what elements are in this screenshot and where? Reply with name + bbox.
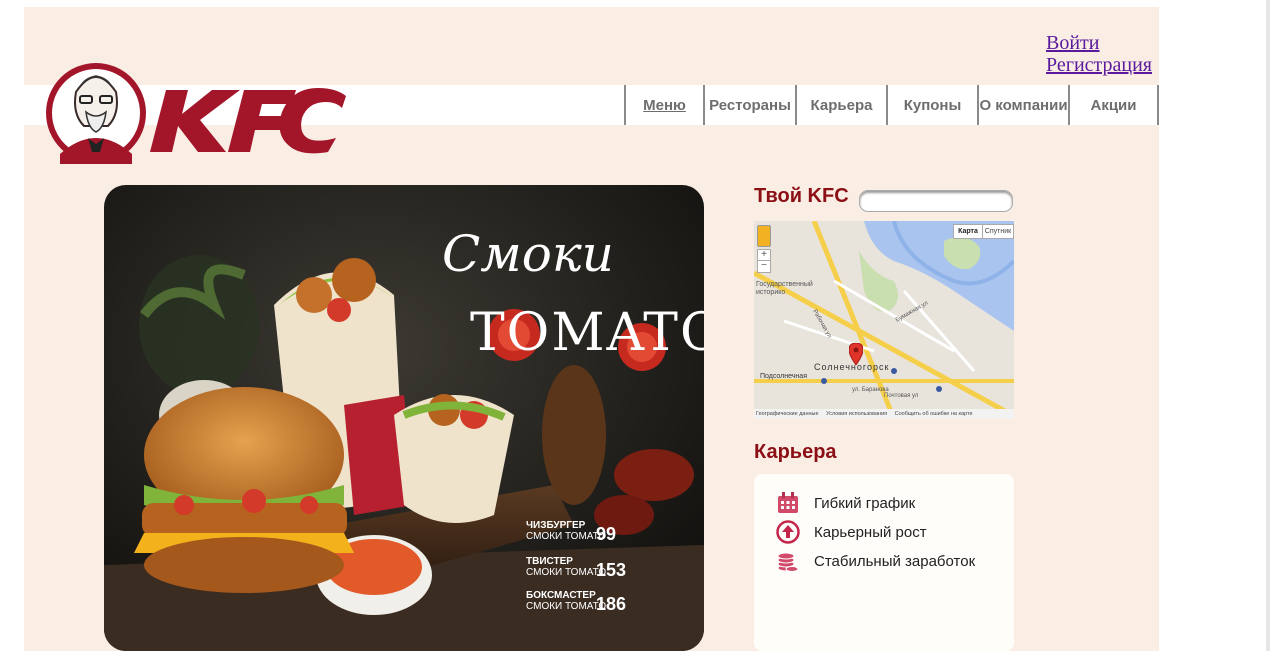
map-footer-terms[interactable]: Условия использования [826,411,887,417]
restaurant-search-input[interactable] [859,190,1013,212]
pegman-icon[interactable] [757,225,771,247]
nav-item-restaurants[interactable]: Рестораны [703,85,795,125]
price-row: БОКСМАСТЕР СМОКИ ТОМАТО 186 [526,590,636,620]
map-marker-icon[interactable] [849,343,863,365]
career-title: Карьера [754,441,837,463]
career-item-label: Гибкий график [814,494,916,512]
map-label: Подсолнечная [760,373,807,380]
price-item-subname: СМОКИ ТОМАТО [526,531,607,542]
hero-title-line1: Смоки [442,225,614,283]
price-value: 153 [596,560,627,580]
career-item-label: Стабильный заработок [814,552,976,570]
map-footer-data[interactable]: Географические данные [756,411,819,417]
nav-item-career[interactable]: Карьера [795,85,886,125]
nav-item-menu[interactable]: Меню [624,85,703,125]
career-item-growth: Карьерный рост [776,520,927,544]
register-link[interactable]: Регистрация [1046,54,1152,76]
zoom-out-button[interactable]: − [757,260,771,273]
auth-links: Войти Регистрация [1046,32,1152,76]
price-row: ЧИЗБУРГЕР СМОКИ ТОМАТО 99 [526,520,636,550]
nav-item-about[interactable]: О компании [977,85,1068,125]
kfc-logo[interactable] [46,52,348,174]
your-kfc-title: Твой KFC [754,185,849,207]
career-item-income: Стабильный заработок [776,549,975,573]
map-type-map-button[interactable]: Карта [953,224,983,239]
price-value: 186 [596,594,627,614]
career-item-label: Карьерный рост [814,523,927,541]
calendar-icon [778,492,798,513]
price-row: ТВИСТЕР СМОКИ ТОМАТО 153 [526,556,636,586]
nav-item-promos[interactable]: Акции [1068,85,1159,125]
main-nav: Меню Рестораны Карьера Купоны О компании… [624,85,1159,125]
career-box[interactable]: Гибкий график Карьерный рост Стабильный … [754,474,1014,651]
coins-icon [777,552,799,572]
map-footer-report[interactable]: Сообщить об ошибке на карте [895,411,973,417]
restaurant-map[interactable]: Государственный историко Подсолнечная Со… [754,221,1014,419]
page-scrollbar[interactable] [1266,0,1270,651]
map-label: Почтовая ул [884,393,919,399]
arrow-up-circle-icon [776,520,800,544]
map-label: Государственный историко [756,281,813,296]
hero-banner[interactable]: Смоки TOMATO ЧИЗБУРГЕР СМОКИ ТОМАТО 99 Т… [104,185,704,651]
nav-item-coupons[interactable]: Купоны [886,85,977,125]
career-item-schedule: Гибкий график [776,491,915,515]
price-value: 99 [596,524,617,544]
price-item-name: ЧИЗБУРГЕР [526,520,586,531]
hero-title-line2: TOMATO [470,303,704,363]
map-type-satellite-button[interactable]: Спутник [982,224,1014,239]
login-link[interactable]: Войти [1046,32,1152,54]
map-footer: Географические данные Условия использова… [756,411,973,417]
